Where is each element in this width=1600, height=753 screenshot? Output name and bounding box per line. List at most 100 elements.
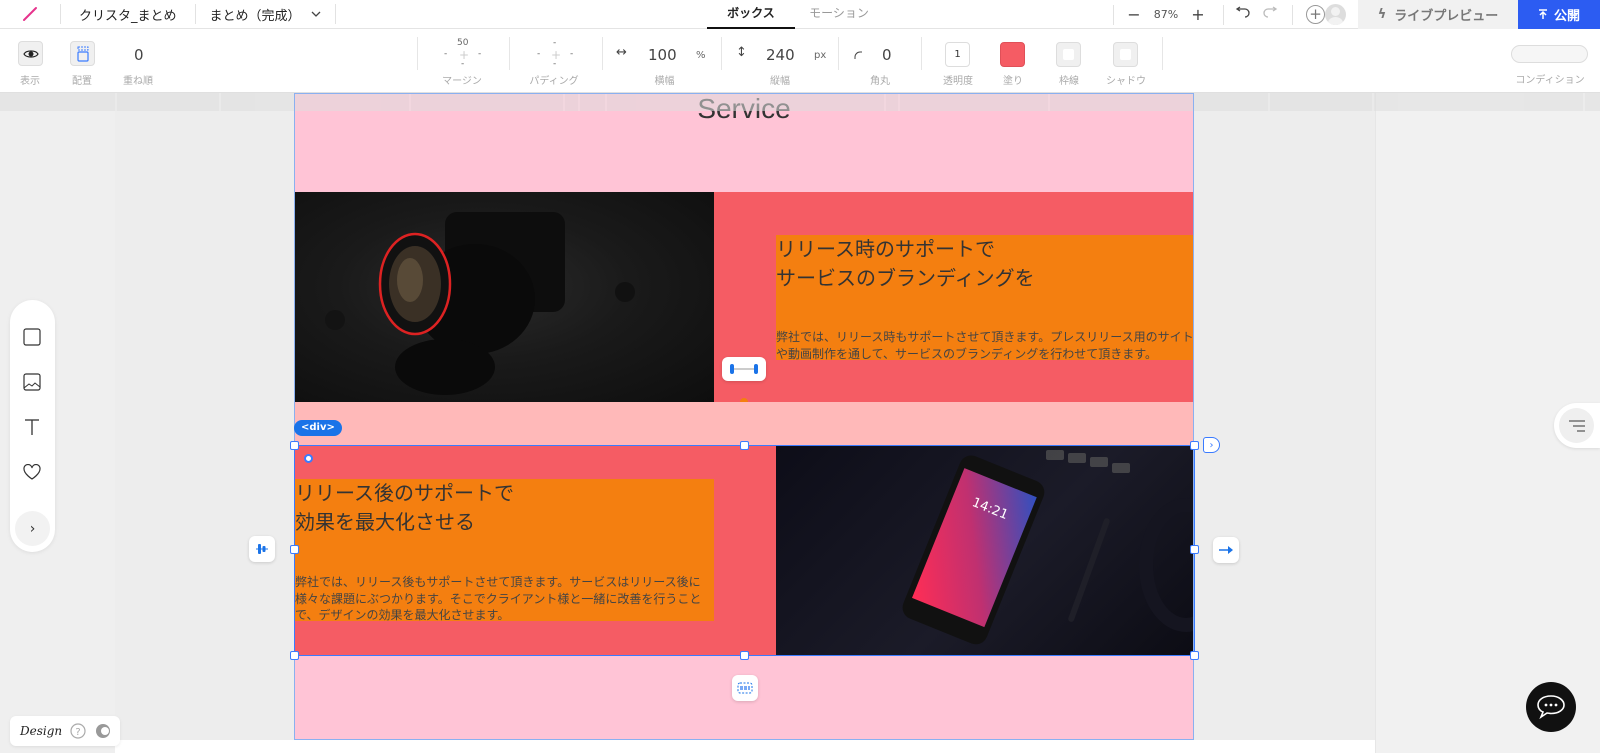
resize-handle-bottom[interactable]: [740, 651, 749, 660]
align-vertical-center-icon: [256, 544, 268, 554]
height-value[interactable]: 240: [766, 46, 795, 64]
smartphone-photo-icon: 14:21: [902, 450, 1194, 645]
z-order-prop: 0 重ね順: [118, 29, 158, 93]
margin-right[interactable]: -: [478, 49, 481, 59]
live-preview-button[interactable]: ϟ ライブプレビュー: [1358, 0, 1518, 29]
fill-swatch[interactable]: [1000, 42, 1025, 67]
design-logo: Design: [20, 724, 63, 738]
live-preview-label: ライブプレビュー: [1394, 9, 1499, 24]
theme-toggle-icon[interactable]: [94, 722, 112, 740]
z-order-value[interactable]: 0: [134, 46, 144, 64]
distribute-icon: [737, 682, 753, 694]
text-tool-button[interactable]: [21, 416, 43, 438]
padding-right[interactable]: -: [570, 49, 573, 59]
svg-text:?: ?: [75, 727, 80, 738]
row2-title-line: 効果を最大化させる: [295, 510, 475, 534]
align-left-button[interactable]: [249, 536, 275, 562]
resize-handle-bottom-right[interactable]: [1190, 651, 1199, 660]
row2-description[interactable]: 弊社では、リリース後もサポートさせて頂きます。サービスはリリース後に様々な課題に…: [295, 574, 714, 624]
image-tool-button[interactable]: [21, 371, 43, 393]
margin-bottom[interactable]: -: [461, 59, 464, 69]
publish-button[interactable]: 公開: [1518, 0, 1600, 29]
radius-value[interactable]: 0: [882, 46, 892, 64]
row1-title[interactable]: リリース時のサポートで サービスのブランディングを: [776, 235, 1194, 293]
gap-adjust-button[interactable]: [722, 357, 766, 381]
redo-button[interactable]: [1262, 6, 1278, 22]
divider: [1292, 5, 1293, 25]
row2-text-block[interactable]: リリース後のサポートで 効果を最大化させる 弊社では、リリース後もサポートさせて…: [295, 479, 714, 624]
heart-icon: [23, 464, 41, 480]
placement-button[interactable]: [70, 41, 95, 66]
opacity-label: 透明度: [943, 76, 973, 87]
margin-top[interactable]: 50: [457, 38, 468, 48]
direction-right-button[interactable]: [1213, 537, 1239, 563]
zoom-in-button[interactable]: +: [1186, 5, 1210, 24]
layers-menu-button[interactable]: [1554, 403, 1600, 448]
radius-label: 角丸: [870, 76, 890, 87]
element-type-tag[interactable]: <div>: [294, 420, 342, 436]
lightning-icon: ϟ: [1377, 7, 1387, 22]
anchor-point-icon[interactable]: [304, 454, 313, 463]
shadow-swatch[interactable]: [1113, 42, 1138, 67]
service-row-2[interactable]: リリース後のサポートで 効果を最大化させる 弊社では、リリース後もサポートさせて…: [295, 445, 1194, 656]
opacity-value[interactable]: 1: [945, 42, 970, 67]
upload-icon: [1538, 9, 1547, 19]
divider: [921, 37, 922, 70]
smartphone-image[interactable]: 14:21: [776, 445, 1194, 656]
page-selector[interactable]: まとめ（完成）: [196, 5, 335, 24]
divider: [1223, 5, 1224, 25]
divider: [1113, 5, 1114, 25]
chevron-down-icon: [311, 11, 320, 17]
margin-label: マージン: [442, 76, 482, 87]
placement-prop: 配置: [66, 29, 98, 93]
width-unit[interactable]: %: [696, 50, 706, 61]
user-avatar[interactable]: [1325, 4, 1346, 25]
padding-left[interactable]: -: [537, 49, 540, 59]
project-name[interactable]: クリスタ_まとめ: [61, 5, 195, 24]
height-prop: ↕ 240 px 縦幅: [730, 29, 830, 93]
margin-left[interactable]: -: [444, 49, 447, 59]
resize-handle-left[interactable]: [290, 545, 299, 554]
help-icon[interactable]: ?: [70, 723, 86, 739]
canvas-bottom: [115, 740, 1375, 753]
undo-button[interactable]: [1235, 6, 1251, 22]
distribute-button[interactable]: [732, 675, 758, 701]
width-label: 横幅: [654, 76, 675, 87]
height-unit[interactable]: px: [814, 50, 826, 61]
zoom-control: − 87% +: [1122, 0, 1210, 29]
tab-box[interactable]: ボックス: [707, 0, 795, 29]
resize-handle-right[interactable]: [1190, 545, 1199, 554]
width-value[interactable]: 100: [648, 46, 677, 64]
width-prop: ↔ 100 % 横幅: [612, 29, 717, 93]
row1-description[interactable]: 弊社では、リリース時もサポートさせて頂きます。プレスリリース用のサイトや動画制作…: [776, 329, 1194, 362]
app-logo[interactable]: [0, 6, 60, 22]
zoom-level[interactable]: 87%: [1146, 8, 1186, 21]
visibility-toggle[interactable]: [18, 41, 43, 66]
placement-icon: [76, 46, 89, 62]
condition-input[interactable]: [1511, 45, 1588, 63]
resize-handle-bottom-left[interactable]: [290, 651, 299, 660]
divider: [1162, 37, 1163, 70]
more-tools-button[interactable]: ›: [15, 511, 50, 546]
expand-chevron-icon[interactable]: ›: [1203, 437, 1220, 453]
resize-handle-top-right[interactable]: [1190, 441, 1199, 450]
add-collaborator-button[interactable]: +: [1306, 5, 1325, 24]
padding-bottom[interactable]: -: [553, 59, 556, 69]
box-tool-button[interactable]: [21, 326, 43, 348]
padding-top[interactable]: -: [553, 38, 556, 48]
border-swatch[interactable]: [1056, 42, 1081, 67]
zoom-out-button[interactable]: −: [1122, 5, 1146, 24]
resize-handle-top-left[interactable]: [290, 441, 299, 450]
undo-icon: [1235, 6, 1250, 18]
icon-tool-button[interactable]: [21, 461, 43, 483]
chat-support-button[interactable]: [1526, 682, 1576, 732]
tab-motion[interactable]: モーション: [795, 0, 883, 29]
divider: [334, 4, 336, 24]
resize-handle-top[interactable]: [740, 441, 749, 450]
corner-radius-icon: [854, 51, 862, 59]
row1-text-block[interactable]: リリース時のサポートで サービスのブランディングを 弊社では、リリース時もサポー…: [776, 235, 1194, 362]
placement-label: 配置: [72, 76, 92, 87]
camera-image[interactable]: [295, 192, 714, 402]
padding-label: パディング: [529, 76, 579, 87]
row2-title[interactable]: リリース後のサポートで 効果を最大化させる: [295, 479, 714, 537]
